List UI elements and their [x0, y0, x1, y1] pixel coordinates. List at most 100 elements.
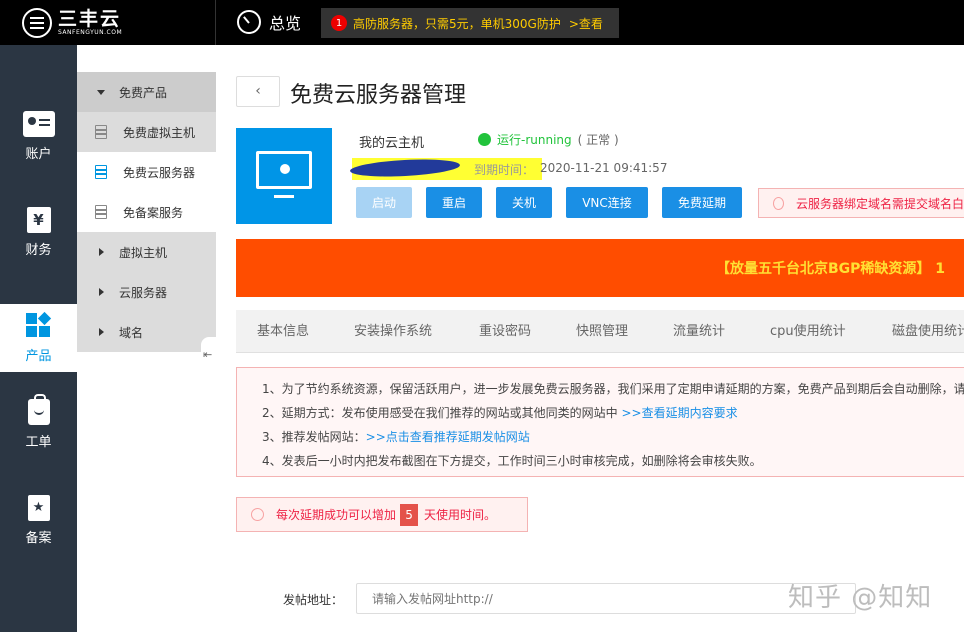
- rule-line: 2、延期方式：发布使用感受在我们推荐的网站或其他同类的网站中 >>查看延期内容要…: [262, 404, 738, 421]
- subnav-group-cloud[interactable]: 云服务器: [77, 272, 216, 312]
- grid-blocks-icon: [25, 311, 52, 339]
- tab-basic-info[interactable]: 基本信息: [257, 310, 309, 352]
- extend-days-badge: 5: [400, 503, 419, 526]
- sidebar-item-label: 产品: [25, 348, 52, 364]
- sidebar-item-account[interactable]: 账户: [0, 102, 77, 170]
- monitor-icon: [256, 151, 312, 198]
- subnav-group-label: 云服务器: [119, 285, 168, 300]
- tab-traffic-stats[interactable]: 流量统计: [673, 310, 725, 352]
- sidebar-item-ticket[interactable]: 工单: [0, 390, 77, 458]
- sidebar-item-record[interactable]: ★ 备案: [0, 486, 77, 554]
- extend-requirements-link[interactable]: >>查看延期内容要求: [621, 406, 737, 420]
- layers-icon: [93, 125, 109, 139]
- lightbulb-icon: [251, 508, 264, 521]
- sidebar-item-label: 备案: [25, 530, 52, 546]
- rule-line: 1、为了节约系统资源，保留活跃用户，进一步发展免费云服务器，我们采用了定期申请延…: [262, 380, 964, 397]
- post-url-input[interactable]: [356, 583, 856, 614]
- notice-view-link[interactable]: >查看: [569, 15, 603, 32]
- tab-cpu-stats[interactable]: cpu使用统计: [770, 310, 846, 352]
- sidebar-item-product[interactable]: 产品: [0, 304, 77, 372]
- account-card-icon: [22, 110, 55, 137]
- extend-tip-before: 每次延期成功可以增加: [276, 508, 397, 522]
- start-button[interactable]: 启动: [356, 187, 412, 218]
- bag-icon: [27, 393, 50, 425]
- domain-tip-text: 云服务器绑定域名需提交域名白: [795, 196, 964, 211]
- free-extend-button[interactable]: 免费延期: [662, 187, 742, 218]
- sidebar-item-label: 工单: [25, 434, 52, 450]
- rule-line: 3、推荐发帖网站：>>点击查看推荐延期发帖网站: [262, 428, 530, 445]
- tab-snapshots[interactable]: 快照管理: [576, 310, 628, 352]
- tab-disk-stats[interactable]: 磁盘使用统计: [892, 310, 964, 352]
- subnav-group-label: 域名: [119, 325, 144, 340]
- logo-icon: [22, 7, 52, 38]
- star-badge-icon: ★: [27, 494, 50, 521]
- subnav-group-label: 虚拟主机: [119, 245, 168, 260]
- subnav-item-free-cloud[interactable]: 免费云服务器: [77, 152, 216, 192]
- rule-text: 1、为了节约系统资源，保留活跃用户，进一步发展免费云服务器，我们采用了定期申请延…: [262, 382, 964, 396]
- notice-count-badge: 1: [331, 15, 347, 31]
- post-url-label: 发帖地址：: [283, 593, 344, 607]
- subnav-item-label: 免费云服务器: [123, 165, 196, 180]
- layers-icon: [93, 205, 109, 219]
- lightbulb-icon: [773, 196, 784, 210]
- extension-rules-box: 1、为了节约系统资源，保留活跃用户，进一步发展免费云服务器，我们采用了定期申请延…: [236, 367, 964, 477]
- caret-right-icon: [99, 328, 104, 336]
- layers-icon: [93, 165, 109, 179]
- brand-logo[interactable]: 三丰云 SANFENGYUN.COM: [0, 0, 215, 45]
- notice-text: 高防服务器，只需5元，单机300G防护: [353, 16, 561, 31]
- promo-banner[interactable]: 【放量五千台北京BGP稀缺资源】 1: [236, 239, 964, 297]
- status-text: 运行-running: [497, 133, 572, 147]
- subnav-group-free[interactable]: 免费产品: [77, 72, 216, 112]
- banner-text: 【放量五千台北京BGP稀缺资源】 1: [716, 261, 946, 277]
- subnav-item-no-record[interactable]: 免备案服务: [77, 192, 216, 232]
- vnc-connect-button[interactable]: VNC连接: [566, 187, 648, 218]
- topbar-divider: [215, 0, 216, 45]
- restart-button[interactable]: 重启: [426, 187, 482, 218]
- rule-text: 2、延期方式：发布使用感受在我们推荐的网站或其他同类的网站中: [262, 406, 622, 420]
- health-text: ( 正常 ): [577, 133, 619, 147]
- caret-right-icon: [99, 288, 104, 296]
- yen-ledger-icon: ¥: [26, 206, 51, 233]
- product-subnav: 免费产品 免费虚拟主机 免费云服务器 免备案服务 虚拟主机 云服务器 域名: [77, 72, 216, 352]
- back-button[interactable]: ‹: [236, 76, 280, 107]
- sidebar-item-finance[interactable]: ¥ 财务: [0, 198, 77, 266]
- sidebar-item-label: 财务: [25, 242, 52, 258]
- expire-label: 到期时间：: [474, 163, 535, 177]
- tab-reset-password[interactable]: 重设密码: [479, 310, 531, 352]
- caret-right-icon: [99, 248, 104, 256]
- caret-down-icon: [97, 89, 105, 95]
- zhihu-watermark: 知乎 @知知: [788, 583, 933, 613]
- brand-name-en: SANFENGYUN.COM: [58, 28, 123, 36]
- expire-value: 2020-11-21 09:41:57: [540, 161, 668, 175]
- shutdown-button[interactable]: 关机: [496, 187, 552, 218]
- subnav-item-label: 免费虚拟主机: [123, 125, 196, 140]
- top-bar: 三丰云 SANFENGYUN.COM 总览 1 高防服务器，只需5元，单机300…: [0, 0, 964, 45]
- sidebar-item-label: 账户: [25, 146, 52, 162]
- subnav-group-domain[interactable]: 域名: [77, 312, 216, 352]
- server-status: 运行-running ( 正常 ): [478, 131, 619, 148]
- overview-link[interactable]: 总览: [237, 10, 301, 34]
- domain-bind-tip: 云服务器绑定域名需提交域名白: [758, 188, 964, 218]
- main-sidebar: 账户 ¥ 财务 产品 工单 ★ 备案: [0, 45, 77, 632]
- subnav-group-label: 免费产品: [119, 85, 168, 100]
- overview-label: 总览: [269, 14, 302, 33]
- subnav-item-label: 免备案服务: [123, 205, 184, 220]
- tab-install-os[interactable]: 安装操作系统: [354, 310, 432, 352]
- extend-days-tip: 每次延期成功可以增加 5 天使用时间。: [236, 497, 528, 532]
- subnav-group-vhost[interactable]: 虚拟主机: [77, 232, 216, 272]
- dashboard-gauge-icon: [237, 10, 261, 34]
- rule-text: 4、发表后一小时内把发布截图在下方提交，工作时间三小时审核完成，如删除将会审核失…: [262, 454, 762, 468]
- page-title: 免费云服务器管理: [290, 83, 467, 108]
- status-dot-icon: [478, 133, 491, 146]
- promo-notice[interactable]: 1 高防服务器，只需5元，单机300G防护 >查看: [321, 8, 619, 38]
- detail-tabs: 基本信息 安装操作系统 重设密码 快照管理 流量统计 cpu使用统计 磁盘使用统…: [236, 310, 964, 353]
- brand-name-cn: 三丰云: [58, 7, 122, 30]
- collapse-sidebar-icon[interactable]: [201, 337, 216, 375]
- subnav-item-free-vhost[interactable]: 免费虚拟主机: [77, 112, 216, 152]
- server-thumbnail: [236, 128, 332, 224]
- server-name: 我的云主机: [359, 136, 425, 151]
- recommended-sites-link[interactable]: >>点击查看推荐延期发帖网站: [366, 430, 530, 444]
- extend-tip-after: 天使用时间。: [424, 508, 497, 522]
- rule-line: 4、发表后一小时内把发布截图在下方提交，工作时间三小时审核完成，如删除将会审核失…: [262, 452, 762, 469]
- rule-text: 3、推荐发帖网站：: [262, 430, 366, 444]
